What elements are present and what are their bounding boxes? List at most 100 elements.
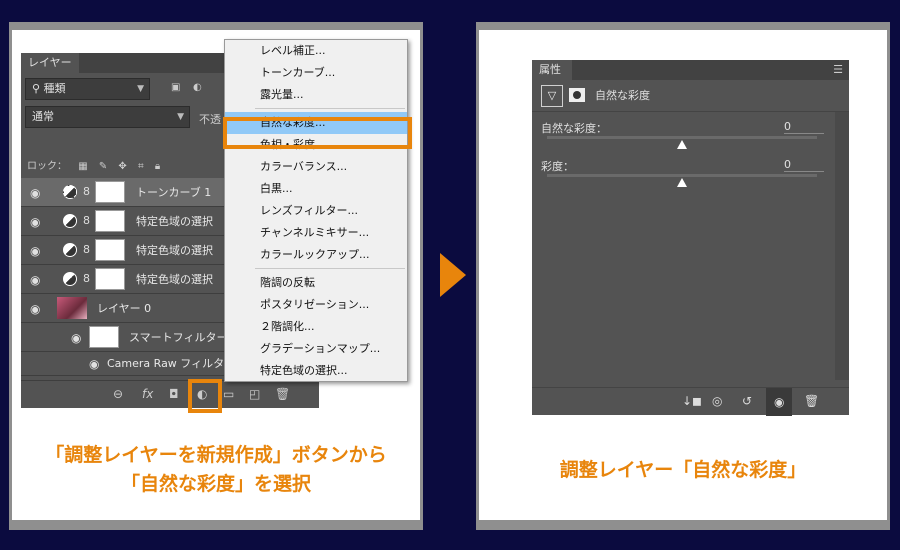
filter-kind-select[interactable]: ⚲ 種類 ▼ (25, 78, 150, 100)
new-layer-icon[interactable]: ◰ (249, 387, 260, 401)
link-icon: 8 (83, 185, 90, 198)
menu-item[interactable]: レベル補正... (225, 40, 407, 62)
layer-name: レイヤー 0 (97, 302, 152, 315)
blend-mode-select[interactable]: 通常 ▼ (25, 106, 190, 128)
eye-icon[interactable]: ◉ (30, 215, 40, 229)
adjustment-icon (63, 243, 77, 257)
chevron-down-icon: ▼ (137, 84, 144, 94)
lock-brush-icon[interactable]: ✎ (99, 161, 107, 172)
link-icon: 8 (83, 272, 90, 285)
eye-icon[interactable]: ◉ (71, 331, 81, 345)
properties-scrollbar[interactable] (835, 112, 849, 380)
layer-name: スマートフィルター (129, 331, 228, 344)
left-caption-line1: 「調整レイヤーを新規作成」ボタンから (45, 444, 387, 466)
eye-icon[interactable]: ◉ (30, 186, 40, 200)
image-filter-icon[interactable]: ▣ (171, 82, 180, 93)
link-icon: 8 (83, 243, 90, 256)
lock-move-icon[interactable]: ✥ (118, 161, 126, 172)
filter-kind-label: 種類 (43, 82, 66, 95)
saturation-slider-track[interactable] (547, 174, 817, 177)
eye-icon[interactable]: ◉ (30, 244, 40, 258)
layer-mask-thumbnail[interactable] (95, 210, 125, 232)
adjustment-menu: レベル補正... トーンカーブ... 露光量... 自然な彩度... 色相・彩度… (224, 39, 408, 382)
next-arrow-icon (440, 253, 466, 297)
vibrance-label: 自然な彩度： (541, 122, 607, 135)
mask-icon[interactable] (569, 88, 585, 102)
right-frame: 属性 ☰ ▽ 自然な彩度 自然な彩度： 0 彩度： 0 ↓◼ ◎ ↺ ◉ 🗑︎ … (476, 22, 890, 530)
smart-filter-mask[interactable] (89, 326, 119, 348)
properties-panel: 属性 ☰ ▽ 自然な彩度 自然な彩度： 0 彩度： 0 ↓◼ ◎ ↺ ◉ 🗑︎ (532, 60, 849, 416)
layer-mask-thumbnail[interactable] (95, 181, 125, 203)
lock-artboard-icon[interactable]: ⌗ (138, 161, 144, 172)
layer-name: トーンカーブ 1 (136, 186, 212, 199)
layer-name: 特定色域の選択 (136, 244, 213, 257)
menu-item[interactable]: 階調の反転 (225, 272, 407, 294)
layer-name: Camera Raw フィルター (107, 357, 236, 370)
adjustment-icon (63, 214, 77, 228)
search-icon: ⚲ (32, 82, 41, 95)
folder-icon[interactable]: ▭ (223, 387, 234, 401)
clip-to-layer-icon[interactable]: ↓◼ (682, 394, 702, 408)
fx-icon[interactable]: fx (142, 387, 153, 401)
adjustment-filter-icon[interactable]: ◐ (193, 82, 202, 93)
adjustment-icon (63, 272, 77, 286)
layer-name: 特定色域の選択 (136, 215, 213, 228)
tab-layers[interactable]: レイヤー (21, 53, 79, 73)
vibrance-value[interactable]: 0 (784, 120, 824, 134)
right-caption: 調整レイヤー「自然な彩度」 (559, 459, 807, 481)
link-layers-icon[interactable]: ⊖ (113, 387, 123, 401)
curves-adjustment-icon (63, 185, 77, 199)
new-adjustment-button-highlight (188, 379, 222, 413)
properties-title: 自然な彩度 (595, 89, 650, 102)
left-frame: レイヤー ⚲ 種類 ▼ ▣ ◐ 通常 ▼ 不透 ロック： ▦ ✎ ✥ ⌗ 🔒︎ (9, 22, 423, 530)
menu-item[interactable]: 露光量... (225, 84, 407, 106)
reset-icon[interactable]: ↺ (742, 394, 752, 408)
vibrance-item-highlight (223, 117, 412, 149)
menu-item[interactable]: トーンカーブ... (225, 62, 407, 84)
vibrance-slider-knob[interactable] (677, 140, 687, 149)
trash-icon[interactable]: 🗑︎ (804, 394, 819, 408)
properties-tabbar: 属性 ☰ (532, 60, 849, 80)
lock-row: ロック： ▦ ✎ ✥ ⌗ 🔒︎ (27, 157, 168, 172)
menu-item[interactable]: カラーバランス... (225, 156, 407, 178)
link-icon: 8 (83, 214, 90, 227)
saturation-label: 彩度： (541, 160, 574, 173)
properties-bottom-bar: ↓◼ ◎ ↺ ◉ 🗑︎ (532, 387, 849, 416)
view-previous-icon[interactable]: ◎ (712, 394, 722, 408)
panel-menu-icon[interactable]: ☰ (833, 63, 843, 76)
lock-all-icon[interactable]: 🔒︎ (155, 161, 160, 172)
add-mask-icon[interactable]: ◘ (169, 387, 179, 401)
eye-icon[interactable]: ◉ (30, 302, 40, 316)
menu-item[interactable]: チャンネルミキサー... (225, 222, 407, 244)
saturation-value[interactable]: 0 (784, 158, 824, 172)
chevron-down-icon: ▼ (177, 112, 184, 122)
menu-separator (255, 108, 405, 109)
layer-name: 特定色域の選択 (136, 273, 213, 286)
left-caption-line2: 「自然な彩度」を選択 (120, 473, 311, 495)
vibrance-triangle-icon[interactable]: ▽ (541, 85, 563, 107)
photo-thumbnail[interactable] (57, 297, 87, 319)
menu-item[interactable]: グラデーションマップ... (225, 338, 407, 360)
menu-item[interactable]: 特定色域の選択... (225, 360, 407, 382)
tab-properties[interactable]: 属性 (532, 60, 572, 80)
menu-item[interactable]: ポスタリゼーション... (225, 294, 407, 316)
layer-mask-thumbnail[interactable] (95, 239, 125, 261)
menu-separator (255, 268, 405, 269)
menu-item[interactable]: 白黒... (225, 178, 407, 200)
layers-bottom-bar: ⊖ fx ◘ ◐ ▭ ◰ 🗑︎ (21, 380, 319, 408)
saturation-slider-knob[interactable] (677, 178, 687, 187)
layer-mask-thumbnail[interactable] (95, 268, 125, 290)
eye-icon[interactable]: ◉ (30, 273, 40, 287)
lock-transparent-icon[interactable]: ▦ (78, 161, 87, 172)
right-canvas: 属性 ☰ ▽ 自然な彩度 自然な彩度： 0 彩度： 0 ↓◼ ◎ ↺ ◉ 🗑︎ … (479, 30, 887, 520)
eye-icon[interactable]: ◉ (89, 357, 99, 371)
blend-mode-label: 通常 (32, 110, 54, 123)
properties-header: ▽ 自然な彩度 (532, 80, 849, 112)
lock-label: ロック： (27, 161, 67, 172)
vibrance-slider-track[interactable] (547, 136, 817, 139)
menu-item[interactable]: ２階調化... (225, 316, 407, 338)
trash-icon[interactable]: 🗑︎ (275, 387, 290, 401)
visibility-eye-icon[interactable]: ◉ (766, 388, 793, 416)
menu-item[interactable]: レンズフィルター... (225, 200, 407, 222)
menu-item[interactable]: カラールックアップ... (225, 244, 407, 266)
